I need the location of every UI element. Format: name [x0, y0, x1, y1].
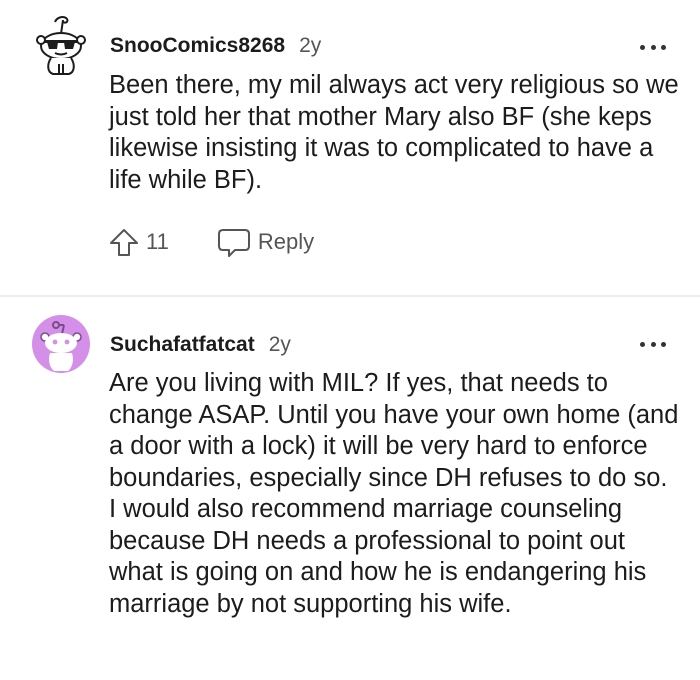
avatar[interactable] [33, 14, 89, 78]
upvote-count: 11 [146, 229, 169, 254]
upvote-arrow-icon [110, 229, 138, 256]
comment-meta: Suchafatfatcat 2y [110, 333, 291, 357]
avatar[interactable] [32, 315, 90, 373]
comment-age: 2y [299, 34, 322, 57]
comment-actions: 11 Reply [108, 224, 314, 260]
comment-text: Been there, my mil always act very relig… [109, 71, 679, 194]
more-options-icon[interactable] [640, 42, 666, 52]
reply-label: Reply [257, 229, 315, 254]
comment-age: 2y [268, 333, 291, 356]
snoo-sunglasses-avatar-icon [36, 16, 86, 75]
comment: SnooComics8268 2y Been there, my mil alw… [0, 0, 700, 296]
comment-meta: SnooComics8268 2y [110, 34, 321, 58]
more-options-icon[interactable] [640, 339, 666, 349]
comment: Suchafatfatcat 2y Are you living with MI… [0, 297, 700, 680]
username[interactable]: Suchafatfatcat [110, 333, 255, 357]
comment-text: Are you living with MIL? If yes, that ne… [109, 369, 679, 618]
username[interactable]: SnooComics8268 [110, 34, 285, 58]
upvote-button[interactable]: 11 [108, 226, 169, 258]
reply-button[interactable]: Reply [217, 226, 314, 258]
snoo-purple-avatar-icon [32, 315, 90, 373]
speech-bubble-icon [217, 229, 250, 257]
